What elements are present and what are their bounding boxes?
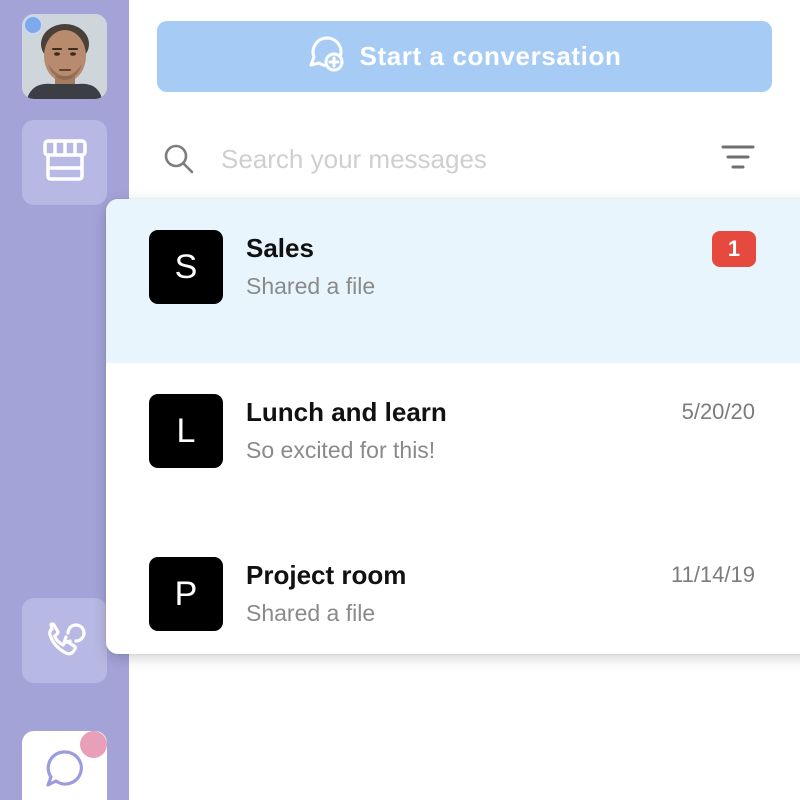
phone-call-icon	[42, 615, 88, 666]
start-conversation-button[interactable]: Start a conversation	[157, 21, 772, 92]
presence-indicator	[23, 15, 43, 35]
sidebar-item-calls[interactable]	[22, 598, 107, 683]
storefront-icon	[41, 138, 89, 187]
search-bar	[157, 125, 772, 195]
unread-count-badge: 1	[712, 231, 756, 267]
list-item-lunch-and-learn[interactable]: L Lunch and learn So excited for this! 5…	[106, 363, 800, 527]
search-icon[interactable]	[163, 143, 195, 180]
conversation-name: Lunch and learn	[246, 397, 447, 427]
search-input[interactable]	[221, 137, 691, 181]
messaging-app: Start a conversation S Sales Shared a fi…	[0, 0, 800, 800]
list-item-project-room[interactable]: P Project room Shared a file 11/14/19	[106, 526, 800, 654]
conversation-initial: S	[149, 230, 223, 304]
conversation-initial: P	[149, 557, 223, 631]
conversation-date: 11/14/19	[670, 562, 755, 587]
chat-add-icon	[308, 35, 346, 78]
conversation-preview: So excited for this!	[246, 437, 436, 463]
conversation-initial: L	[149, 394, 223, 468]
sidebar-item-store[interactable]	[22, 120, 107, 205]
list-item-sales[interactable]: S Sales Shared a file 1	[106, 199, 800, 363]
start-conversation-label: Start a conversation	[359, 41, 622, 71]
conversation-list: S Sales Shared a file 1 L Lunch and lear…	[106, 199, 800, 654]
conversation-preview: Shared a file	[246, 600, 376, 626]
filter-icon[interactable]	[721, 143, 755, 178]
conversation-preview: Shared a file	[246, 273, 376, 299]
conversation-name: Project room	[246, 560, 407, 590]
chat-bubble-icon	[43, 747, 87, 796]
conversation-name: Sales	[246, 233, 314, 263]
notification-dot	[80, 731, 107, 758]
conversation-date: 5/20/20	[681, 399, 755, 424]
